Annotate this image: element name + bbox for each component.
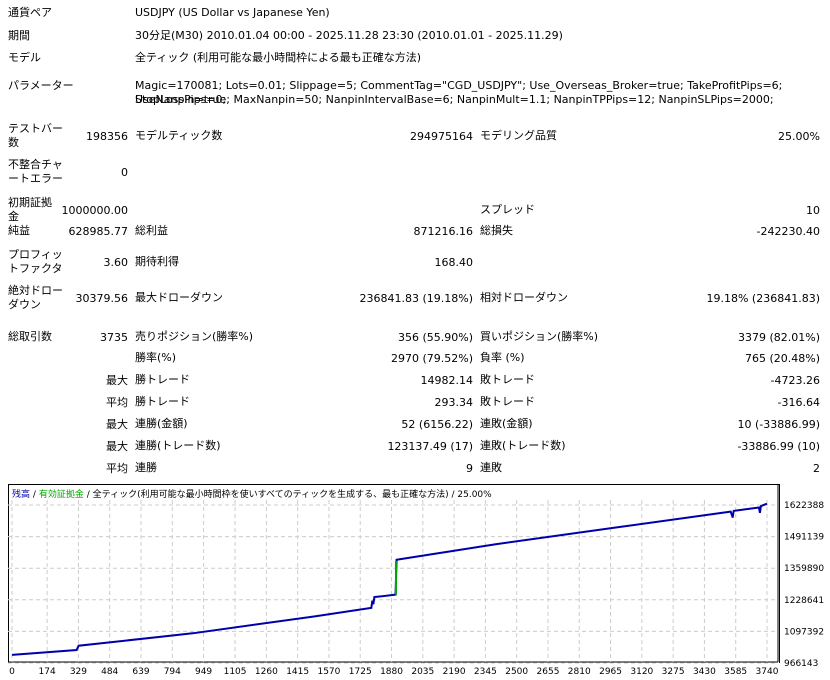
balance-line — [11, 502, 768, 656]
x-tick-label: 1415 — [286, 667, 309, 677]
y-tick-label: 1097392 — [784, 627, 824, 637]
x-tick-label: 3740 — [756, 667, 779, 677]
x-tick-label: 2035 — [411, 667, 434, 677]
x-tick-label: 2500 — [505, 667, 528, 677]
y-tick-label: 1228641 — [784, 596, 824, 606]
x-tick-label: 1570 — [317, 667, 340, 677]
x-tick-label: 639 — [132, 667, 149, 677]
x-tick-label: 1105 — [224, 667, 247, 677]
x-tick-label: 329 — [70, 667, 87, 677]
y-tick-label: 966143 — [784, 659, 818, 669]
x-tick-label: 794 — [164, 667, 181, 677]
x-tick-label: 0 — [9, 667, 15, 677]
x-tick-label: 1880 — [380, 667, 403, 677]
x-tick-label: 3430 — [693, 667, 716, 677]
y-tick-label: 1622388 — [784, 501, 824, 511]
x-tick-label: 949 — [195, 667, 212, 677]
x-tick-label: 1260 — [255, 667, 278, 677]
chart-svg: 0 174 329 484 639 794 949 1105 1260 1415 1570 1725 1… — [8, 484, 824, 677]
x-tick-label: 484 — [101, 667, 118, 677]
x-tick-label: 3585 — [724, 667, 747, 677]
x-tick-label: 174 — [39, 667, 56, 677]
x-tick-label: 3120 — [630, 667, 653, 677]
x-tick-label: 2655 — [537, 667, 560, 677]
x-tick-label: 1725 — [349, 667, 372, 677]
x-tick-label: 2345 — [474, 667, 497, 677]
x-tick-label: 2190 — [443, 667, 466, 677]
x-tick-label: 2810 — [568, 667, 591, 677]
x-tick-label: 2965 — [599, 667, 622, 677]
x-tick-label: 3275 — [662, 667, 685, 677]
y-tick-label: 1491139 — [784, 533, 824, 543]
y-tick-label: 1359890 — [784, 564, 824, 574]
